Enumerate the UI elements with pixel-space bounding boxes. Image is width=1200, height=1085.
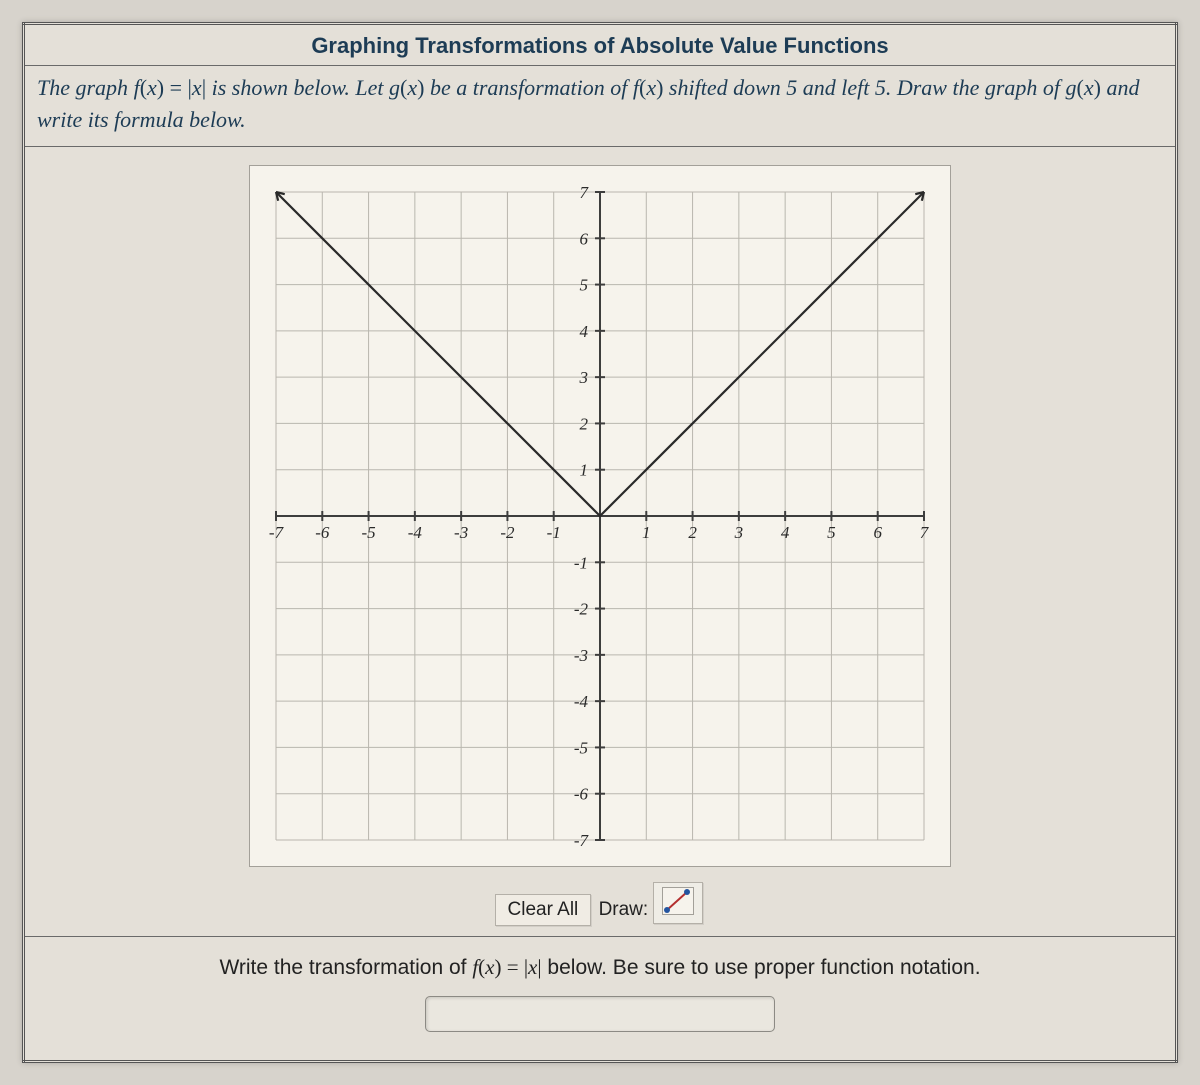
line-tool-icon (662, 887, 694, 915)
draw-line-tool-button[interactable] (653, 882, 703, 924)
problem-prompt: The graph f(x) = |x| is shown below. Let… (24, 66, 1177, 147)
svg-text:-1: -1 (547, 523, 561, 542)
svg-text:-5: -5 (361, 523, 375, 542)
formula-input[interactable] (425, 996, 775, 1032)
draw-label: Draw: (599, 899, 649, 920)
svg-text:-4: -4 (574, 692, 589, 711)
worksheet-table: Graphing Transformations of Absolute Val… (22, 22, 1178, 1063)
svg-text:6: 6 (580, 229, 589, 248)
svg-text:5: 5 (580, 275, 589, 294)
svg-text:5: 5 (827, 523, 836, 542)
graph-cell: -7 -6 -5 -4 -3 -2 -1 1 2 3 4 5 6 7 -7 -6 -5 -4 -3 -2 -1 1 2 3 4 5… (24, 146, 1177, 936)
svg-text:-7: -7 (574, 831, 590, 850)
svg-text:-5: -5 (574, 738, 588, 757)
answer-prompt: Write the transformation of f(x) = |x| b… (35, 955, 1165, 980)
svg-text:3: 3 (734, 523, 744, 542)
svg-text:-1: -1 (574, 553, 588, 572)
svg-text:1: 1 (580, 460, 589, 479)
svg-text:-6: -6 (315, 523, 330, 542)
svg-text:-2: -2 (500, 523, 515, 542)
clear-all-button[interactable]: Clear All (495, 894, 592, 926)
page-title: Graphing Transformations of Absolute Val… (24, 24, 1177, 66)
svg-text:4: 4 (781, 523, 790, 542)
svg-text:-6: -6 (574, 784, 589, 803)
svg-text:-4: -4 (408, 523, 423, 542)
answer-cell: Write the transformation of f(x) = |x| b… (24, 936, 1177, 1061)
svg-text:4: 4 (580, 322, 589, 341)
svg-text:1: 1 (642, 523, 651, 542)
svg-text:2: 2 (688, 523, 697, 542)
svg-text:-7: -7 (269, 523, 285, 542)
svg-text:6: 6 (873, 523, 882, 542)
svg-text:-3: -3 (454, 523, 468, 542)
coordinate-plane[interactable]: -7 -6 -5 -4 -3 -2 -1 1 2 3 4 5 6 7 -7 -6 -5 -4 -3 -2 -1 1 2 3 4 5… (249, 165, 951, 867)
svg-text:3: 3 (579, 368, 589, 387)
svg-text:-2: -2 (574, 599, 589, 618)
svg-text:7: 7 (920, 523, 930, 542)
svg-text:2: 2 (580, 414, 589, 433)
svg-text:-3: -3 (574, 646, 588, 665)
